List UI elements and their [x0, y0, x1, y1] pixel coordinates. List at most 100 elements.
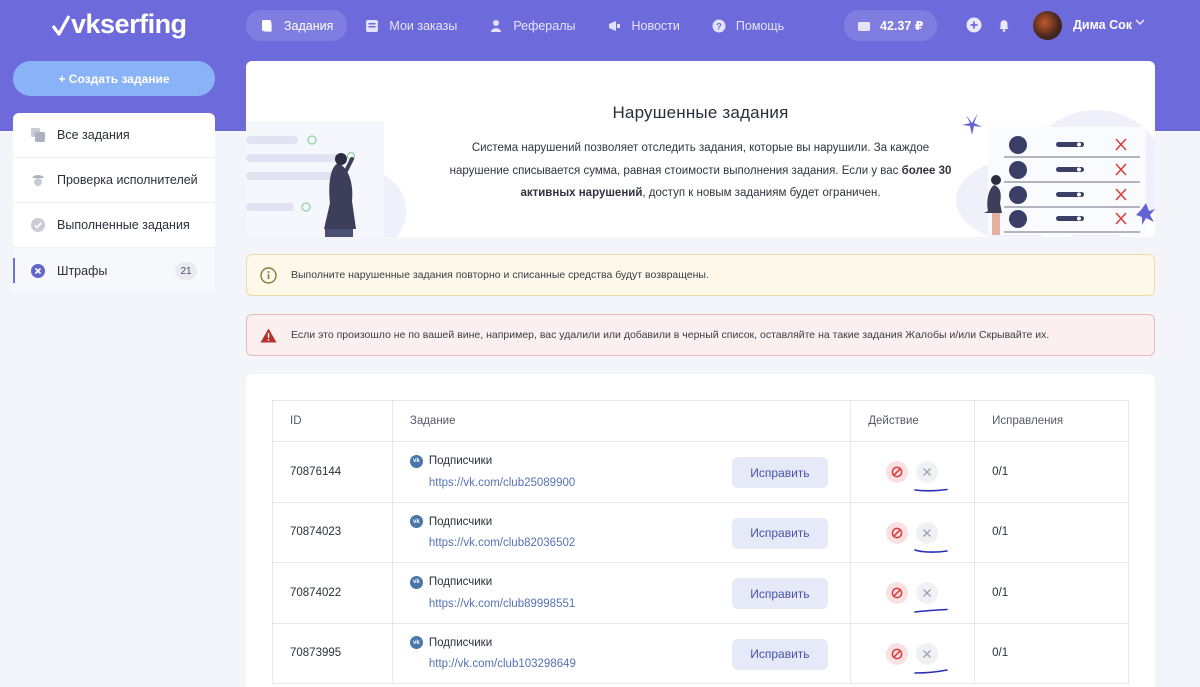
balance-button[interactable]: 42.37 ₽	[844, 10, 938, 41]
block-icon[interactable]	[886, 461, 909, 483]
news-icon	[608, 19, 622, 33]
inspector-icon	[31, 173, 45, 187]
referrals-icon	[489, 19, 503, 33]
sidebar-item-label: Штрафы	[57, 263, 108, 278]
svg-text:?: ?	[716, 21, 722, 31]
balance-amount: 42.37 ₽	[880, 19, 924, 33]
nav-referrals[interactable]: Рефералы	[475, 10, 589, 41]
hero-card: Нарушенные задания Система нарушений поз…	[246, 61, 1155, 237]
pen-underline	[914, 608, 949, 613]
orders-icon	[365, 19, 379, 33]
row-task: vk Подписчики https://vk.com/club82036502…	[391, 501, 852, 563]
tasks-icon	[260, 19, 274, 33]
nav-news-label: Новости	[631, 18, 680, 33]
row-fixes: 0/1	[974, 562, 1129, 624]
warning-alert: Выполните нарушенные задания повторно и …	[246, 254, 1155, 296]
pen-underline	[914, 548, 949, 553]
task-type-label: Подписчики	[428, 515, 493, 528]
sidebar-item-inspectors[interactable]: Проверка исполнителей	[13, 158, 215, 203]
block-icon[interactable]	[886, 582, 909, 604]
help-icon: ?	[712, 19, 726, 33]
sidebar-item-label: Все задания	[57, 128, 130, 142]
sidebar-item-label: Проверка исполнителей	[57, 173, 198, 187]
wallet-icon	[858, 21, 870, 31]
warning-text: Выполните нарушенные задания повторно и …	[291, 269, 709, 281]
task-type-label: Подписчики	[428, 576, 493, 589]
vk-icon: vk	[409, 575, 423, 589]
username[interactable]: Дима Сок	[1073, 18, 1132, 32]
sidebar: Все задания Проверка исполнителей Выполн…	[13, 113, 215, 293]
table-row: 70873995 vk Подписчики http://vk.com/club…	[272, 622, 1129, 684]
vk-icon: vk	[409, 636, 423, 650]
sidebar-item-all-tasks[interactable]: Все задания	[13, 113, 215, 158]
logo-text: vkserfing	[71, 9, 187, 39]
nav-referrals-label: Рефералы	[513, 18, 576, 33]
main-nav: Задания Мои заказы Рефералы Новости ? По…	[246, 10, 802, 41]
check-circle-icon	[31, 218, 45, 232]
all-tasks-icon	[31, 128, 45, 142]
danger-alert: Если это произошло не по вашей вине, нап…	[246, 314, 1155, 356]
vk-icon: vk	[409, 515, 423, 529]
row-actions	[850, 501, 976, 563]
nav-help-label: Помощь	[735, 18, 785, 33]
chevron-down-icon[interactable]	[1135, 19, 1145, 26]
hero-right-illustration	[956, 110, 1155, 237]
row-id: 70876144	[272, 441, 393, 503]
column-action: Действие	[850, 400, 976, 442]
fines-icon	[31, 263, 45, 278]
close-icon[interactable]	[916, 582, 939, 604]
fix-button[interactable]: Исправить	[731, 638, 828, 670]
row-fixes: 0/1	[974, 622, 1129, 684]
block-icon[interactable]	[886, 521, 909, 544]
sidebar-item-label: Выполненные задания	[57, 218, 190, 232]
row-actions	[850, 562, 976, 624]
fines-count-badge: 21	[175, 262, 197, 280]
table-row: 70876144 vk Подписчики https://vk.com/clu…	[272, 441, 1129, 503]
table-row: 70874023 vk Подписчики https://vk.com/clu…	[272, 501, 1129, 563]
nav-tasks[interactable]: Задания	[246, 10, 348, 41]
bell-icon[interactable]	[996, 17, 1012, 33]
row-task: vk Подписчики http://vk.com/club103298649…	[391, 622, 852, 684]
fix-button[interactable]: Исправить	[731, 517, 828, 549]
row-actions	[850, 622, 976, 684]
row-fixes: 0/1	[974, 501, 1129, 563]
nav-news[interactable]: Новости	[594, 10, 694, 41]
close-icon[interactable]	[916, 461, 939, 483]
nav-tasks-label: Задания	[284, 18, 334, 33]
nav-orders-label: Мои заказы	[389, 18, 458, 33]
top-header: vkserfing Задания Мои заказы Рефералы Но…	[0, 0, 1200, 52]
table-header-row: ID Задание Действие Исправления	[272, 400, 1129, 442]
row-id: 70874023	[272, 501, 393, 563]
fines-table: ID Задание Действие Исправления 70876144…	[272, 400, 1129, 684]
column-fixes: Исправления	[974, 400, 1129, 442]
pen-underline	[914, 668, 949, 674]
block-icon[interactable]	[886, 642, 909, 665]
column-id: ID	[272, 400, 393, 442]
close-icon[interactable]	[916, 521, 939, 544]
nav-help[interactable]: ? Помощь	[698, 10, 798, 41]
hero-left-illustration	[246, 121, 406, 237]
row-id: 70874022	[272, 562, 393, 624]
task-type-label: Подписчики	[428, 636, 493, 649]
create-task-button[interactable]: + Создать задание	[13, 61, 215, 96]
vk-icon: vk	[409, 454, 423, 468]
close-icon[interactable]	[916, 642, 939, 665]
logo[interactable]: vkserfing	[52, 9, 187, 40]
pen-underline	[914, 488, 949, 492]
warning-triangle-icon	[260, 328, 277, 343]
task-type-label: Подписчики	[428, 455, 493, 468]
sidebar-item-completed[interactable]: Выполненные задания	[13, 203, 215, 248]
hero-description: Система нарушений позволяет отследить за…	[446, 137, 955, 205]
hero-text-part-2: , доступ к новым заданиям будет ограниче…	[642, 187, 881, 199]
avatar[interactable]	[1033, 11, 1062, 40]
nav-orders[interactable]: Мои заказы	[351, 10, 471, 41]
column-task: Задание	[391, 400, 852, 442]
fix-button[interactable]: Исправить	[731, 457, 828, 488]
add-icon[interactable]	[966, 17, 982, 33]
danger-text: Если это произошло не по вашей вине, нап…	[291, 329, 1050, 341]
hero-text-part-1: Система нарушений позволяет отследить за…	[449, 142, 930, 177]
row-task: vk Подписчики https://vk.com/club25089900…	[391, 441, 852, 503]
sidebar-item-fines[interactable]: Штрафы 21	[13, 248, 215, 293]
table-row: 70874022 vk Подписчики https://vk.com/clu…	[272, 562, 1129, 624]
fix-button[interactable]: Исправить	[731, 578, 828, 609]
